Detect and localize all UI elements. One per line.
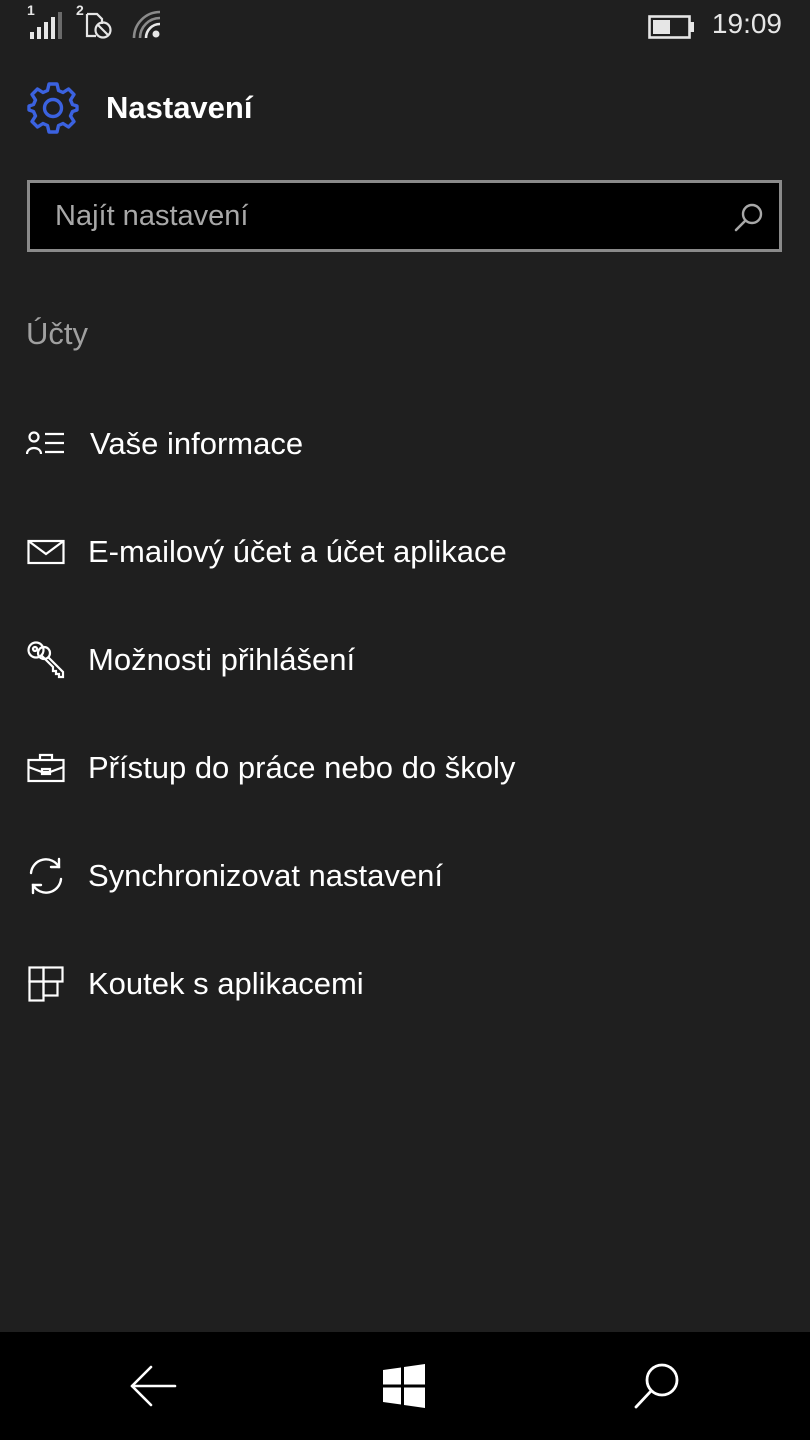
search-input[interactable] [30,183,779,249]
tiles-icon [26,964,66,1004]
battery-icon [648,15,694,39]
sync-icon [26,856,66,896]
start-button[interactable] [374,1356,434,1416]
settings-item-your-info[interactable]: Vaše informace [0,390,810,498]
back-arrow-icon [130,1365,177,1407]
section-title: Účty [26,316,88,351]
settings-item-label: Vaše informace [90,426,304,461]
settings-item-sign-in-options[interactable]: Možnosti přihlášení [0,606,810,714]
clock: 19:09 [711,8,782,39]
settings-item-label: Možnosti přihlášení [88,642,356,677]
status-bar: 1 2 19:09 [0,0,810,56]
person-list-icon [26,424,66,464]
back-button[interactable] [123,1356,183,1416]
page-header: Nastavení [26,80,252,136]
settings-item-label: Synchronizovat nastavení [88,858,443,893]
search-icon [634,1363,679,1409]
windows-logo-icon [383,1364,425,1408]
gear-icon [27,82,79,134]
wifi-icon [132,10,161,39]
settings-item-label: Koutek s aplikacemi [88,966,364,1001]
sim2-label: 2 [76,2,84,18]
search-box[interactable] [27,180,782,252]
settings-item-sync[interactable]: Synchronizovat nastavení [0,822,810,930]
settings-item-work-school[interactable]: Přístup do práce nebo do školy [0,714,810,822]
briefcase-icon [26,748,66,788]
navigation-bar [0,1332,810,1440]
sim-no-service-icon [85,12,112,39]
page-title: Nastavení [106,90,253,125]
search-icon[interactable] [733,202,765,234]
settings-item-label: E-mailový účet a účet aplikace [88,534,507,569]
keys-icon [26,640,66,680]
signal-strength-icon [30,12,62,39]
search-button[interactable] [627,1356,687,1416]
mail-icon [26,532,66,572]
settings-item-label: Přístup do práce nebo do školy [88,750,516,785]
settings-item-app-corner[interactable]: Koutek s aplikacemi [0,930,810,1038]
settings-item-email-accounts[interactable]: E-mailový účet a účet aplikace [0,498,810,606]
